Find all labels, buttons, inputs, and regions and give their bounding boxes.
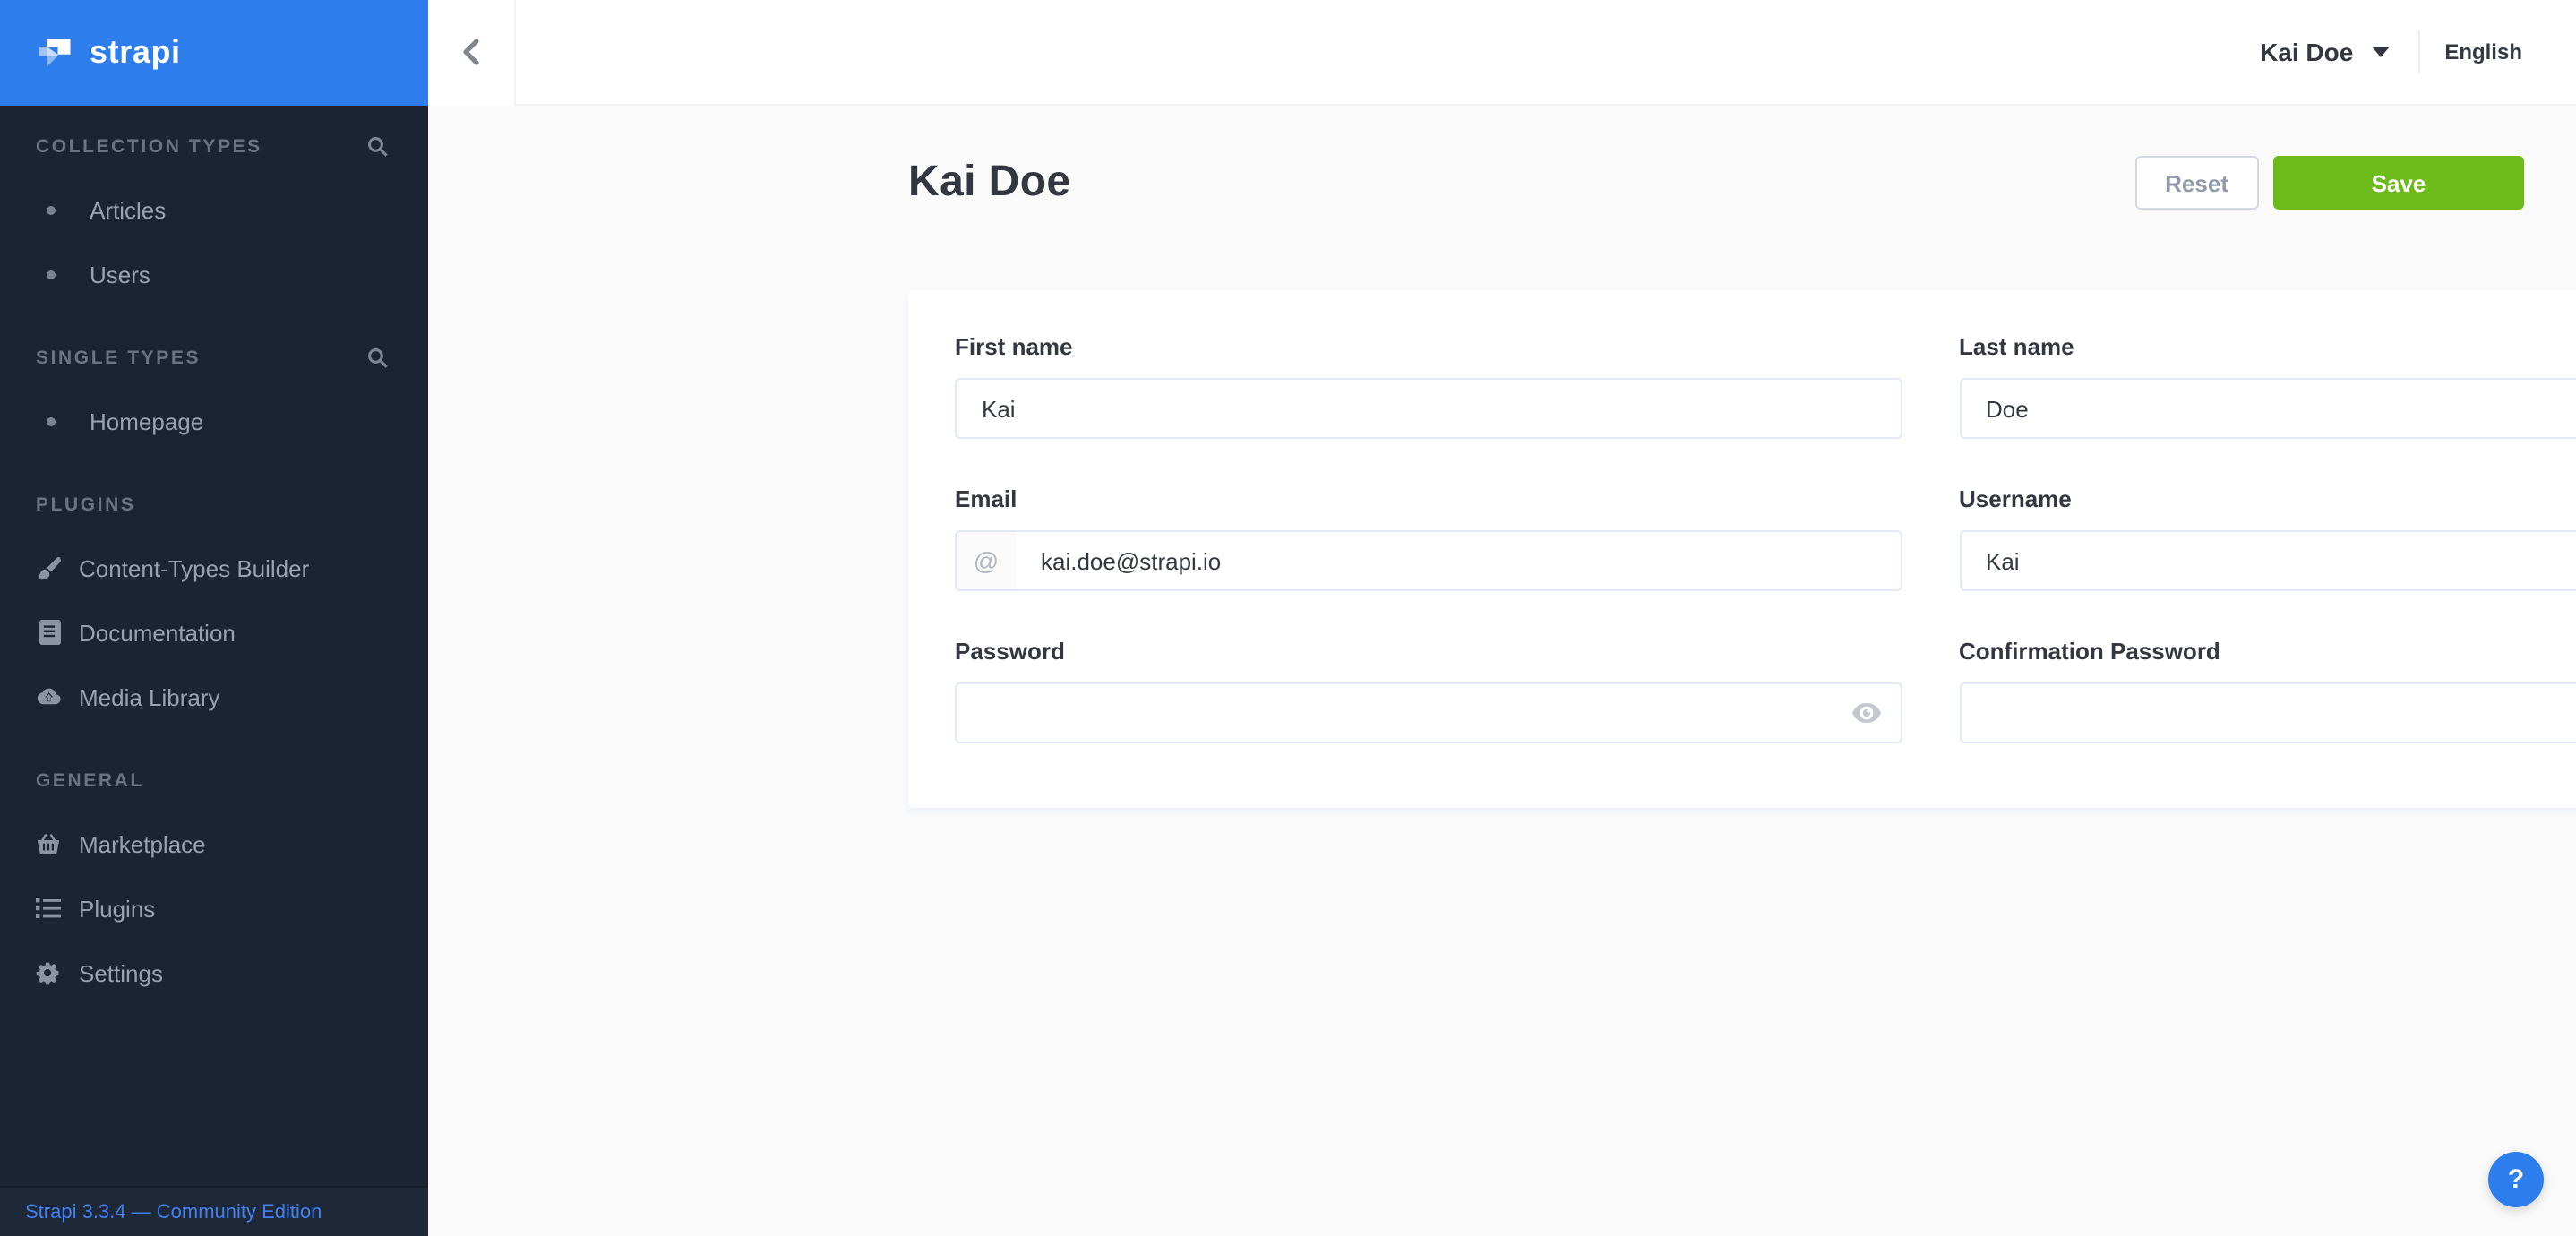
field-label: First name (955, 333, 1902, 360)
field-first-name: First name (955, 333, 1902, 439)
chevron-left-icon (462, 38, 480, 66)
bullet-icon (47, 416, 56, 425)
top-bar: Kai Doe English (428, 0, 2576, 106)
strapi-logo-icon (36, 34, 73, 72)
basket-icon (36, 831, 61, 856)
field-label: Email (955, 485, 1902, 512)
sidebar-item-label: Plugins (79, 895, 155, 922)
user-name: Kai Doe (2260, 38, 2353, 66)
username-input[interactable] (1961, 532, 2576, 589)
language-selector[interactable]: English (2444, 39, 2522, 64)
form-card: First name Last name Email (908, 290, 2576, 808)
search-icon[interactable] (367, 348, 389, 369)
page-title: Kai Doe (908, 158, 1071, 208)
sidebar-item-articles[interactable]: Articles (0, 177, 428, 242)
book-icon (36, 620, 61, 645)
sidebar-item-label: Content-Types Builder (79, 554, 309, 581)
sidebar-item-homepage[interactable]: Homepage (0, 389, 428, 453)
logo[interactable]: strapi (0, 0, 428, 106)
sidebar-item-marketplace[interactable]: Marketplace (0, 811, 428, 876)
sidebar-item-label: Documentation (79, 619, 236, 646)
field-password: Password (955, 638, 1902, 743)
main-area: Kai Doe English Kai Doe Reset Save First… (428, 0, 2576, 1236)
sidebar-item-label: Users (90, 261, 150, 288)
reset-button[interactable]: Reset (2134, 156, 2259, 210)
field-last-name: Last name (1959, 333, 2576, 439)
sidebar-item-settings[interactable]: Settings (0, 940, 428, 1005)
sidebar-item-content-types-builder[interactable]: Content-Types Builder (0, 536, 428, 600)
email-input[interactable] (1016, 532, 1900, 589)
strapi-admin: strapi COLLECTION TYPES Articles (0, 0, 2576, 1236)
sidebar-item-media-library[interactable]: Media Library (0, 665, 428, 729)
divider (2417, 30, 2419, 73)
field-email: Email @ (955, 485, 1902, 591)
field-username: Username (1959, 485, 2576, 591)
section-title: PLUGINS (36, 494, 136, 516)
sidebar-item-documentation[interactable]: Documentation (0, 600, 428, 665)
save-button[interactable]: Save (2273, 156, 2524, 210)
paintbrush-icon (36, 555, 61, 580)
sidebar-menu: COLLECTION TYPES Articles Users (0, 106, 428, 1186)
chevron-down-icon (2371, 47, 2389, 57)
eye-icon[interactable] (1851, 703, 1880, 723)
sidebar-item-label: Homepage (90, 408, 203, 434)
section-title: GENERAL (36, 770, 144, 792)
section-single-types: SINGLE TYPES Homepage (0, 342, 428, 453)
at-sign-icon: @ (957, 532, 1016, 589)
field-label: Password (955, 638, 1902, 665)
sidebar-item-label: Marketplace (79, 830, 206, 857)
help-button[interactable]: ? (2488, 1152, 2544, 1207)
back-button[interactable] (428, 0, 516, 105)
section-general: GENERAL Marketplace Plugins (0, 765, 428, 1005)
field-label: Confirmation Password (1959, 638, 2576, 665)
field-label: Username (1959, 485, 2576, 512)
list-icon (36, 896, 61, 921)
cloud-upload-icon (36, 684, 61, 709)
section-plugins: PLUGINS Content-Types Builder Documentat… (0, 489, 428, 729)
sidebar-item-label: Articles (90, 196, 166, 223)
first-name-input[interactable] (957, 380, 1900, 437)
bullet-icon (47, 270, 56, 279)
sidebar-item-label: Settings (79, 959, 163, 986)
sidebar-item-plugins[interactable]: Plugins (0, 876, 428, 940)
logo-text: strapi (90, 34, 181, 72)
content: Kai Doe Reset Save First name Last nam (428, 106, 2576, 1236)
section-title: SINGLE TYPES (36, 348, 201, 369)
sidebar-version-link[interactable]: Strapi 3.3.4 — Community Edition (0, 1186, 428, 1236)
sidebar-item-users[interactable]: Users (0, 242, 428, 306)
confirmation-password-input[interactable] (1961, 684, 2576, 742)
search-icon[interactable] (367, 136, 389, 158)
sidebar-item-label: Media Library (79, 683, 220, 710)
field-confirmation-password: Confirmation Password (1959, 638, 2576, 743)
last-name-input[interactable] (1961, 380, 2576, 437)
field-label: Last name (1959, 333, 2576, 360)
password-input[interactable] (957, 684, 1900, 742)
gear-icon (36, 960, 61, 985)
section-title: COLLECTION TYPES (36, 136, 262, 158)
user-menu[interactable]: Kai Doe (2260, 38, 2389, 66)
bullet-icon (47, 205, 56, 214)
section-collection-types: COLLECTION TYPES Articles Users (0, 131, 428, 306)
sidebar: strapi COLLECTION TYPES Articles (0, 0, 428, 1236)
